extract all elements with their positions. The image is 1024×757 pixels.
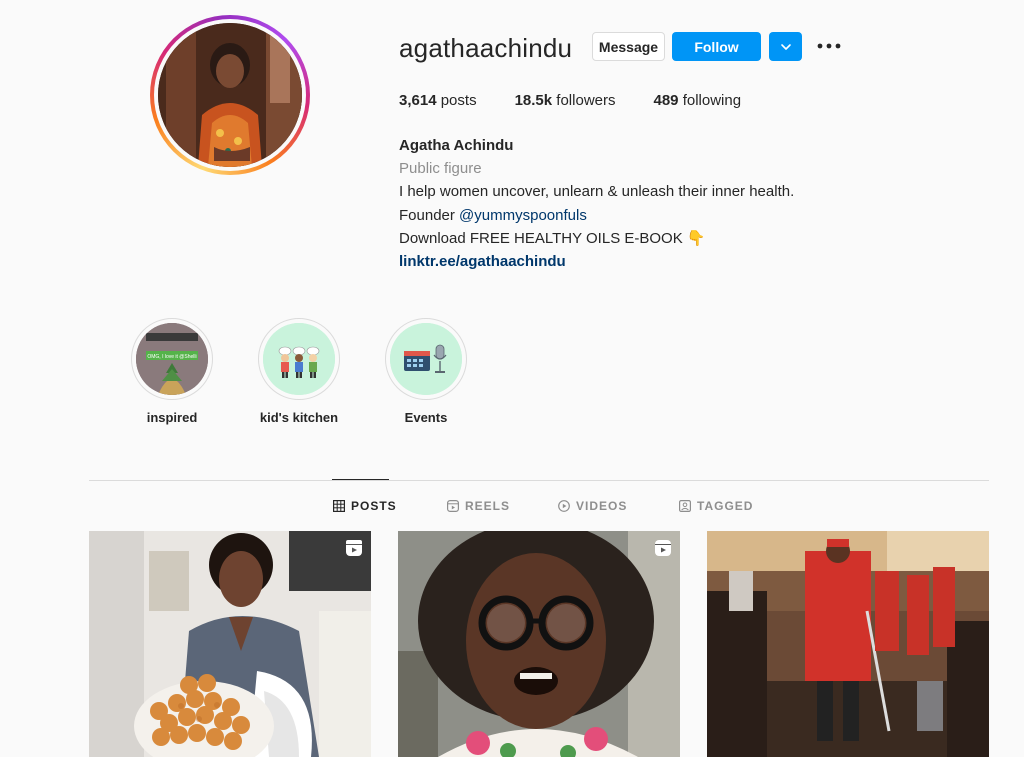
more-options-button[interactable] <box>815 36 843 56</box>
profile-category: Public figure <box>399 160 482 178</box>
grid-icon <box>333 500 345 512</box>
calendar-microphone-icon <box>390 323 462 395</box>
post-image <box>707 531 989 757</box>
tab-videos[interactable]: VIDEOS <box>558 499 627 513</box>
highlight-kids-kitchen[interactable]: kid's kitchen <box>257 318 341 425</box>
tab-label: POSTS <box>351 499 397 513</box>
following-stat[interactable]: 489 following <box>653 92 741 109</box>
highlight-cover-text: OMG, I love it @Shelli <box>147 354 196 360</box>
bio-line: I help women uncover, unlearn & unleash … <box>399 183 795 201</box>
post-thumbnail[interactable] <box>707 531 989 757</box>
tab-label: VIDEOS <box>576 499 628 513</box>
suggested-dropdown-button[interactable] <box>769 32 802 61</box>
profile-bio: Agatha Achindu Public figure I help wome… <box>399 134 794 273</box>
posts-count: 3,614 <box>399 92 437 109</box>
tab-label: REELS <box>465 499 511 513</box>
highlight-inspired[interactable]: OMG, I love it @Shelli inspired <box>130 318 214 425</box>
highlight-label: inspired <box>146 410 198 425</box>
profile-username: agathaachindu <box>399 33 573 63</box>
posts-stat: 3,614 posts <box>399 92 477 109</box>
tagged-icon <box>679 500 691 512</box>
bio-mention-link[interactable]: @yummyspoonfuls <box>459 207 587 224</box>
highlight-label: Events <box>404 410 448 425</box>
tabs-divider <box>89 480 989 481</box>
post-image <box>398 531 680 757</box>
active-tab-indicator <box>332 479 389 480</box>
followers-count: 18.5k <box>514 92 553 109</box>
highlight-label: kid's kitchen <box>259 410 339 425</box>
profile-avatar[interactable] <box>150 15 310 175</box>
reel-icon <box>655 540 671 556</box>
post-image <box>89 531 371 757</box>
more-options-icon <box>817 43 841 49</box>
following-label: following <box>682 92 742 109</box>
bio-line: Download FREE HEALTHY OILS E-BOOK 👇 <box>399 229 706 247</box>
message-button[interactable]: Message <box>592 32 665 61</box>
highlight-events[interactable]: Events <box>384 318 468 425</box>
tab-tagged[interactable]: TAGGED <box>679 499 753 513</box>
tab-reels[interactable]: REELS <box>447 499 510 513</box>
reels-icon <box>447 500 459 512</box>
followers-stat[interactable]: 18.5k followers <box>515 92 616 109</box>
tab-posts[interactable]: POSTS <box>333 499 397 513</box>
chefs-icon <box>263 323 335 395</box>
chevron-down-icon <box>780 43 791 50</box>
profile-stats: 3,614 posts 18.5k followers 489 followin… <box>399 92 779 109</box>
reel-icon <box>346 540 362 556</box>
tab-label: TAGGED <box>697 499 754 513</box>
post-thumbnail[interactable] <box>398 531 680 757</box>
avatar-photo-image <box>158 23 302 167</box>
highlight-cover-image: OMG, I love it @Shelli <box>136 323 208 395</box>
followers-label: followers <box>556 92 616 109</box>
follow-button[interactable]: Follow <box>672 32 761 61</box>
following-count: 489 <box>653 92 679 109</box>
profile-full-name: Agatha Achindu <box>399 137 514 154</box>
video-icon <box>558 500 570 512</box>
post-thumbnail[interactable] <box>89 531 371 757</box>
bio-external-link[interactable]: linktr.ee/agathaachindu <box>399 250 794 273</box>
bio-founder-line: Founder @yummyspoonfuls <box>399 204 794 227</box>
bio-founder-prefix: Founder <box>399 206 460 224</box>
posts-label: posts <box>440 92 477 109</box>
